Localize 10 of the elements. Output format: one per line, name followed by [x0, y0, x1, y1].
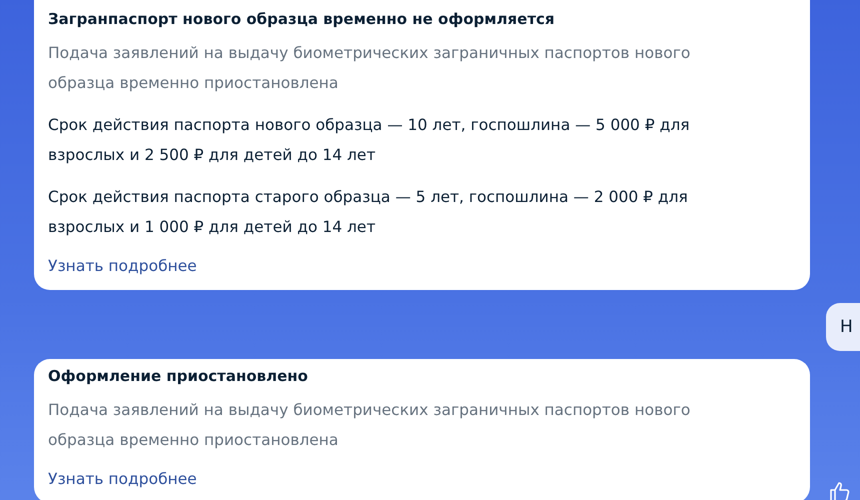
card-text: Подача заявлений на выдачу биометрических заграничных паспортов нового образца временно приостановлена: [48, 43, 692, 94]
card-title: Оформление приостановлено: [48, 366, 309, 387]
more-link[interactable]: Узнать подробнее: [48, 254, 197, 278]
user-message: Н: [826, 303, 860, 351]
card-text: Подача заявлений на выдачу биометрических заграничных паспортов нового образца временно приостановлена: [48, 400, 692, 451]
card-text: Срок действия паспорта нового образца — 10 лет, госпошлина — 5 000 ₽ для взрослых и 2 500 ₽ для детей до 14 лет: [48, 115, 691, 166]
card-title: Загранпаспорт нового образца временно не оформляется: [48, 9, 556, 30]
thumbs-up-icon[interactable]: [828, 480, 852, 500]
more-link[interactable]: Узнать подробнее: [48, 467, 197, 491]
card-text: Срок действия паспорта старого образца — 5 лет, госпошлина — 2 000 ₽ для взрослых и 1 000 ₽ для детей до 14 лет: [48, 187, 689, 238]
